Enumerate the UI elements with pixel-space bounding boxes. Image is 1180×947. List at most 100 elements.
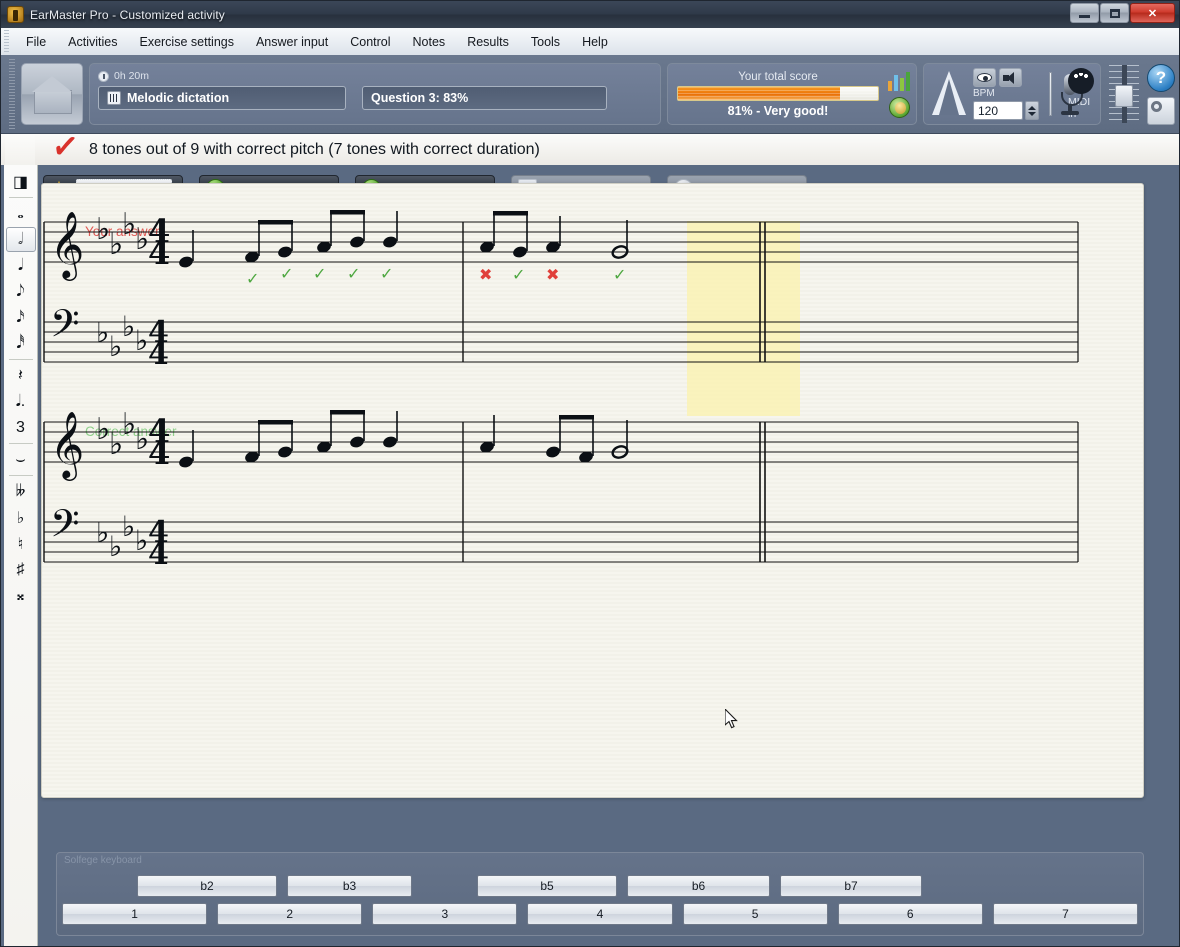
volume-slider[interactable] [1107,63,1141,125]
svg-text:✓: ✓ [380,264,393,283]
mouse-cursor [725,709,739,729]
eighth-note-icon[interactable]: 𝅘𝅥𝅮 [6,279,36,304]
notation-settings-icon[interactable] [1147,97,1175,125]
rail-divider [9,197,33,198]
dotted-note-icon[interactable]: 𝅘𝅥. [6,389,36,414]
question-field[interactable]: Question 3: 83% [362,86,607,110]
bpm-input[interactable]: 120 [973,101,1023,120]
menu-exercise-settings[interactable]: Exercise settings [128,31,244,53]
bar-chart-icon[interactable] [888,71,910,91]
solfege-key-4[interactable]: 4 [527,903,672,925]
rail-divider [9,443,33,444]
gear-icon [1151,101,1162,112]
title-bar: EarMaster Pro - Customized activity ✕ [0,0,1180,28]
note-palette-rail: ◨ 𝅝𝅗𝅥𝅘𝅥𝅘𝅥𝅮𝅘𝅥𝅯𝅘𝅥𝅰 𝄽𝅘𝅥.3 ⌣ 𝄫♭♮♯𝄪 [4,165,38,946]
app-body: 0h 20m Melodic dictation Question 3: 83%… [0,55,1180,947]
svg-text:✓: ✓ [246,269,259,288]
svg-text:𝄞: 𝄞 [50,210,84,281]
menu-control[interactable]: Control [339,31,401,53]
score-progress-bar [677,86,879,101]
result-check-icon: ✓ [50,128,80,165]
flat-icon[interactable]: ♭ [6,505,36,530]
your-answer-notes-m1 [178,210,399,269]
double-flat-icon[interactable]: 𝄫 [6,479,36,504]
question-status: Question 3: 83% [371,91,468,105]
menu-activities[interactable]: Activities [57,31,128,53]
svg-text:✓: ✓ [313,264,326,283]
microphone-icon[interactable] [1057,72,1058,116]
help-button[interactable]: ? [1147,64,1175,92]
metronome-icon[interactable] [930,71,968,117]
notation-svg: 𝄞 [42,184,1144,797]
result-text: 8 tones out of 9 with correct pitch (7 t… [89,141,540,159]
minimize-button[interactable] [1070,3,1099,23]
solfege-key-7[interactable]: 7 [993,903,1138,925]
natural-icon[interactable]: ♮ [6,531,36,556]
midi-icon [1068,68,1094,94]
svg-text:♭: ♭ [135,524,148,557]
main-area: ◨𝅝𝅗𝅥𝅘𝅥𝅘𝅥𝅮𝅘𝅥𝅯𝅘𝅥𝅰𝄽𝅘𝅥.3⌣𝄫♭♮♯𝄪 ★ New questio… [1,165,1179,946]
eye-icon[interactable] [973,68,996,87]
svg-text:𝄢: 𝄢 [50,501,80,555]
tie-icon[interactable]: ⌣ [6,447,36,472]
solfege-key-b2[interactable]: b2 [137,875,277,897]
maximize-button[interactable] [1100,3,1129,23]
svg-text:✓: ✓ [280,264,293,283]
quarter-note-icon[interactable]: 𝅘𝅥 [6,253,36,278]
bpm-stepper[interactable] [1025,101,1039,120]
solfege-key-5[interactable]: 5 [683,903,828,925]
solfege-black-keys-row: b2 b3 b5 b6 b7 [57,875,1143,897]
whole-note-icon[interactable]: 𝅝 [6,201,36,226]
window-title: EarMaster Pro - Customized activity [30,8,225,22]
volume-thumb[interactable] [1115,85,1133,107]
score-label: 81% - Very good! [728,104,829,118]
svg-text:✓: ✓ [512,265,525,284]
thirtysecond-note-icon[interactable]: 𝅘𝅥𝅰 [6,331,36,356]
menu-file[interactable]: File [15,31,57,53]
svg-text:✖: ✖ [546,265,559,284]
rail-divider [9,475,33,476]
bpm-wrap: 120 [973,101,1039,120]
home-icon [32,76,72,112]
solfege-key-b6[interactable]: b6 [627,875,770,897]
rail-top-spacer [5,134,35,166]
triplet-icon[interactable]: 3 [6,415,36,440]
svg-text:♭: ♭ [96,316,109,349]
score-inner: Your total score 81% - Very good! [674,71,882,118]
medal-icon[interactable] [889,97,910,118]
svg-text:♭: ♭ [109,330,122,363]
menu-notes[interactable]: Notes [402,31,457,53]
sharp-icon[interactable]: ♯ [6,557,36,582]
solfege-key-3[interactable]: 3 [372,903,517,925]
solfege-key-2[interactable]: 2 [217,903,362,925]
activity-field[interactable]: Melodic dictation [98,86,346,110]
sixteenth-note-icon[interactable]: 𝅘𝅥𝅯 [6,305,36,330]
score-panel: Your total score 81% - Very good! [667,63,917,125]
svg-text:𝄢: 𝄢 [50,301,80,355]
svg-text:♭: ♭ [135,324,148,357]
rest-icon[interactable]: 𝄽 [6,363,36,388]
score-progress-fill [678,87,840,100]
solfege-key-b3[interactable]: b3 [287,875,412,897]
score-sheet[interactable]: Your answer Correct answer 𝄞 [41,183,1144,798]
menu-answer-input[interactable]: Answer input [245,31,339,53]
menu-tools[interactable]: Tools [520,31,571,53]
double-sharp-icon[interactable]: 𝄪 [6,583,36,608]
solfege-keyboard: Solfege keyboard b2b3b5b6b7 1234567 [56,852,1144,936]
menu-help[interactable]: Help [571,31,619,53]
home-button[interactable] [21,63,83,125]
app-icon [7,6,24,23]
solfege-key-b5[interactable]: b5 [477,875,617,897]
half-note-icon[interactable]: 𝅗𝅥 [6,227,36,252]
toolbar-grip [9,59,15,129]
speaker-icon[interactable] [999,68,1022,87]
menu-results[interactable]: Results [456,31,520,53]
solfege-key-b7[interactable]: b7 [780,875,922,897]
eraser-icon[interactable]: ◨ [6,169,36,194]
rail-divider [9,359,33,360]
score-title: Your total score [738,71,817,83]
solfege-key-6[interactable]: 6 [838,903,983,925]
solfege-key-1[interactable]: 1 [62,903,207,925]
activity-fields: Melodic dictation Question 3: 83% [98,86,652,110]
close-button[interactable]: ✕ [1130,3,1175,23]
